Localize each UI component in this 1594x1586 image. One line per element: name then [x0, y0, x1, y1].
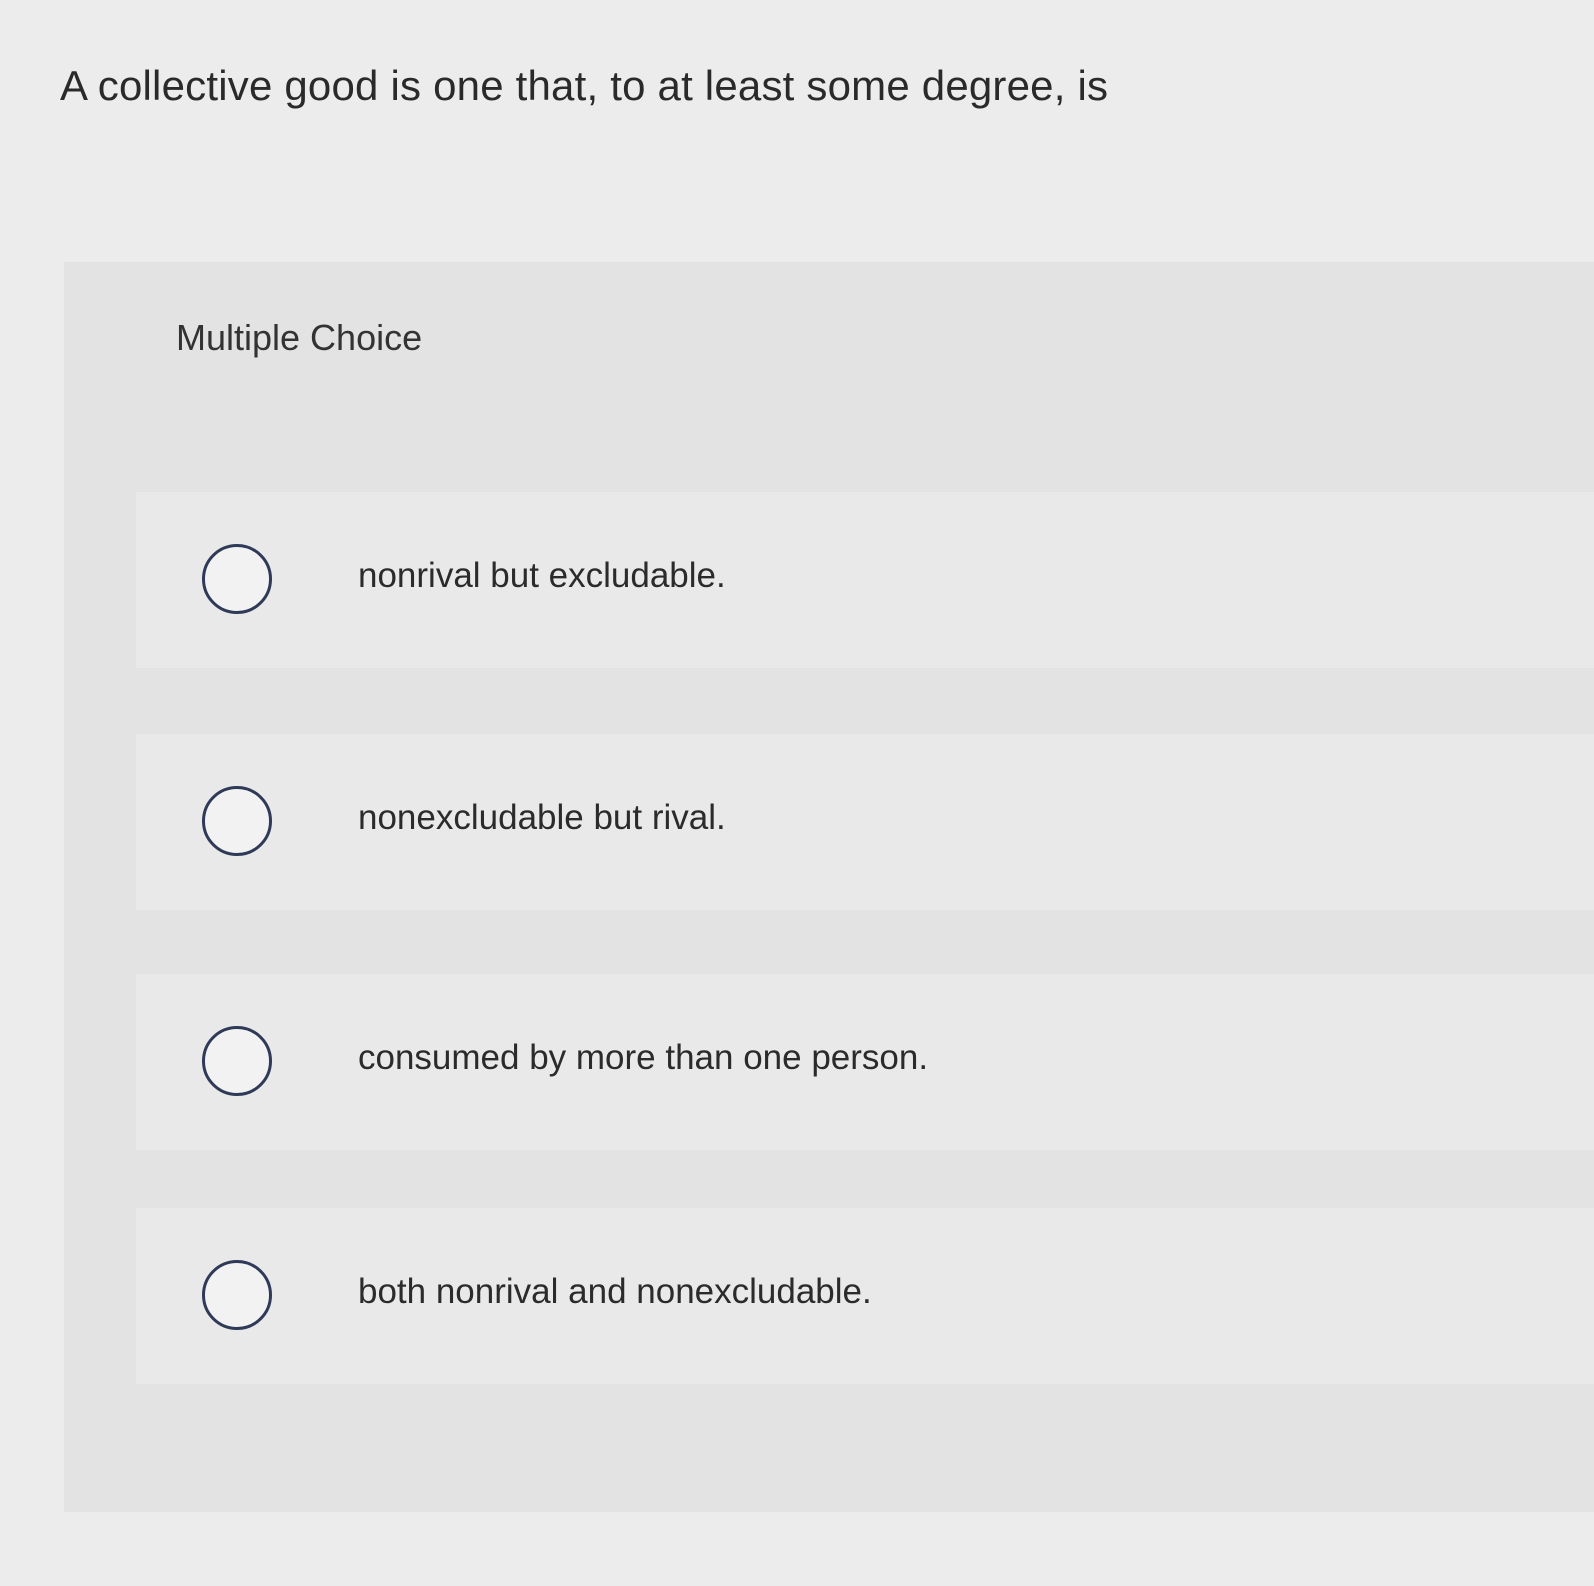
answer-option-label: nonrival but excludable. [358, 556, 726, 595]
answer-option-label: nonexcludable but rival. [358, 798, 726, 837]
radio-button-icon[interactable] [202, 1026, 272, 1096]
answer-option-label: consumed by more than one person. [358, 1038, 929, 1077]
radio-button-icon[interactable] [202, 786, 272, 856]
question-text: A collective good is one that, to at lea… [60, 62, 1109, 109]
multiple-choice-header: Multiple Choice [176, 317, 423, 358]
answer-option-2[interactable]: nonexcludable but rival. [136, 734, 1594, 910]
answer-option-3[interactable]: consumed by more than one person. [136, 974, 1594, 1150]
radio-button-icon[interactable] [202, 1260, 272, 1330]
multiple-choice-panel: Multiple Choice nonrival but excludable.… [64, 262, 1594, 1512]
radio-button-icon[interactable] [202, 544, 272, 614]
answer-option-4[interactable]: both nonrival and nonexcludable. [136, 1208, 1594, 1384]
answer-option-1[interactable]: nonrival but excludable. [136, 492, 1594, 668]
answer-option-label: both nonrival and nonexcludable. [358, 1272, 872, 1311]
